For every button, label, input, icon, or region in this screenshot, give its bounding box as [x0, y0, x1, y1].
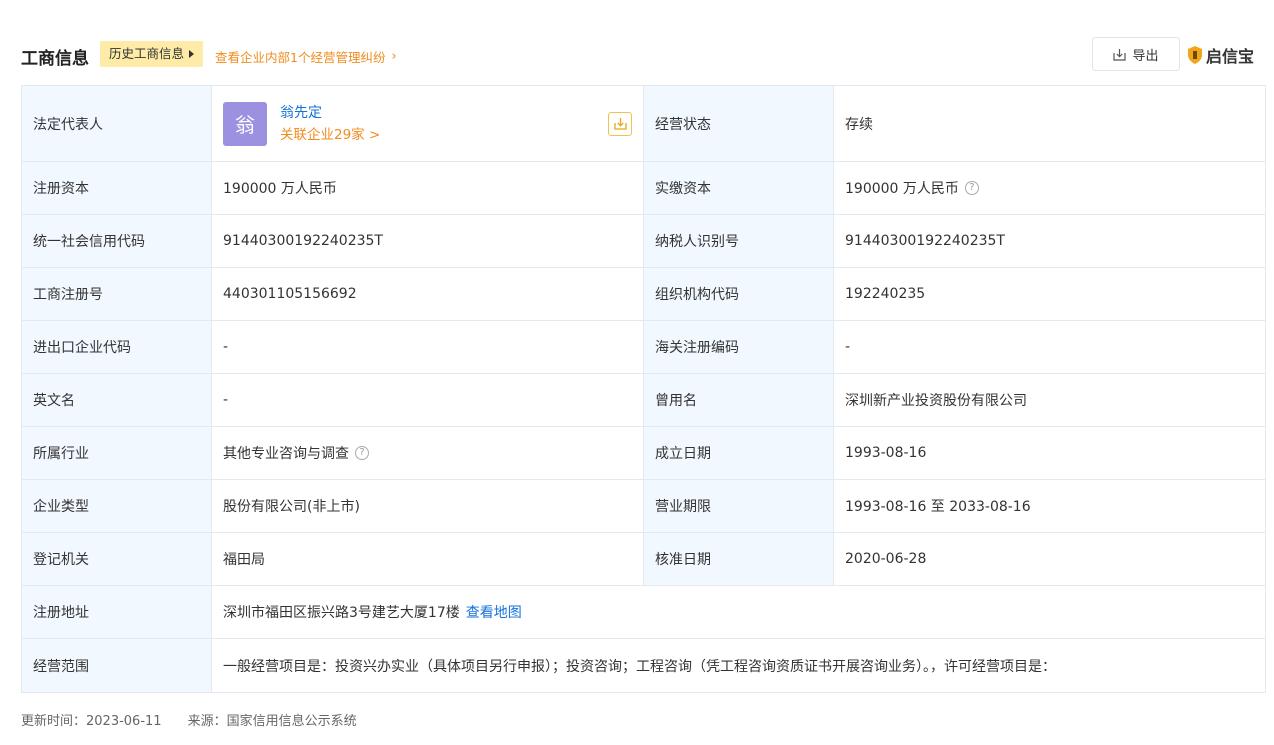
label-industry: 所属行业 — [22, 427, 212, 479]
label-business-scope: 经营范围 — [22, 639, 212, 692]
value-legal-rep: 翁 翁先定 关联企业29家 > — [212, 86, 644, 161]
footer-meta: 更新时间：2023-06-11 来源：国家信用信息公示系统 — [21, 710, 357, 729]
avatar: 翁 — [223, 101, 267, 146]
paid-in-capital-text: 190000 万人民币 — [845, 181, 959, 197]
related-companies-link[interactable]: 关联企业29家 > — [280, 124, 380, 146]
view-map-link[interactable]: 查看地图 — [466, 602, 522, 622]
help-icon[interactable]: ? — [964, 181, 979, 195]
value-business-term: 1993-08-16 至 2033-08-16 — [845, 499, 1031, 515]
value-import-export-code: - — [212, 321, 644, 373]
label-credit-code: 统一社会信用代码 — [22, 215, 212, 267]
value-registered-address: 深圳市福田区振兴路3号建艺大厦17楼 查看地图 — [212, 586, 1265, 638]
brand-logo: 启信宝 — [1187, 43, 1254, 67]
label-customs-code: 海关注册编码 — [644, 321, 834, 373]
table-row: 统一社会信用代码 91440300192240235T 纳税人识别号 91440… — [22, 215, 1265, 268]
brand-name: 启信宝 — [1206, 47, 1255, 66]
value-business-scope: 一般经营项目是：投资兴办实业（具体项目另行申报）；投资咨询；工程咨询（凭工程咨询… — [223, 658, 1056, 675]
download-icon — [1113, 48, 1127, 61]
section-header: 工商信息 历史工商信息 查看企业内部1个经营管理纠纷 › 导出 启信宝 — [21, 37, 1266, 72]
value-business-status: 存续 — [845, 116, 873, 133]
value-approval-date: 2020-06-28 — [845, 551, 927, 567]
value-company-type: 股份有限公司(非上市) — [212, 480, 644, 532]
data-source: 来源：国家信用信息公示系统 — [187, 714, 357, 729]
table-row: 法定代表人 翁 翁先定 关联企业29家 > 经营状态 存续 — [22, 86, 1265, 162]
shield-logo-icon — [1188, 46, 1202, 64]
rep-export-button[interactable] — [608, 111, 632, 136]
label-company-type: 企业类型 — [22, 480, 212, 532]
section-title: 工商信息 — [21, 49, 89, 69]
dispute-link-label: 查看企业内部1个经营管理纠纷 — [215, 50, 386, 65]
label-organization-code: 组织机构代码 — [644, 268, 834, 320]
label-registered-capital: 注册资本 — [22, 162, 212, 214]
label-english-name: 英文名 — [22, 374, 212, 426]
value-former-name: 深圳新产业投资股份有限公司 — [845, 393, 1027, 409]
table-row: 进出口企业代码 - 海关注册编码 - — [22, 321, 1265, 374]
export-button[interactable]: 导出 — [1092, 37, 1180, 71]
table-row: 经营范围 一般经营项目是：投资兴办实业（具体项目另行申报）；投资咨询；工程咨询（… — [22, 639, 1265, 692]
legal-rep-name-link[interactable]: 翁先定 — [280, 102, 380, 124]
table-row: 登记机关 福田局 核准日期 2020-06-28 — [22, 533, 1265, 586]
history-business-info-button[interactable]: 历史工商信息 — [100, 41, 204, 67]
table-row: 注册资本 190000 万人民币 实缴资本 190000 万人民币 ? — [22, 162, 1265, 215]
label-paid-in-capital: 实缴资本 — [644, 162, 834, 214]
value-registration-number: 440301105156692 — [212, 268, 644, 320]
value-registered-capital: 190000 万人民币 — [212, 162, 644, 214]
download-icon — [613, 118, 627, 130]
label-legal-rep: 法定代表人 — [22, 86, 212, 161]
label-registration-number: 工商注册号 — [22, 268, 212, 320]
update-time: 更新时间：2023-06-11 — [21, 714, 162, 729]
export-button-label: 导出 — [1132, 48, 1159, 64]
history-button-label: 历史工商信息 — [109, 46, 185, 61]
chevron-right-icon: › — [391, 49, 397, 64]
label-import-export-code: 进出口企业代码 — [22, 321, 212, 373]
value-registration-authority: 福田局 — [212, 533, 644, 585]
value-established-date: 1993-08-16 — [845, 445, 927, 461]
value-paid-in-capital: 190000 万人民币 ? — [834, 162, 1265, 214]
table-row: 工商注册号 440301105156692 组织机构代码 192240235 — [22, 268, 1265, 321]
label-business-status: 经营状态 — [644, 86, 834, 161]
caret-right-icon — [189, 50, 195, 58]
label-business-term: 营业期限 — [644, 480, 834, 532]
business-info-table: 法定代表人 翁 翁先定 关联企业29家 > 经营状态 存续 注册资本 19000… — [21, 85, 1266, 693]
table-row: 所属行业 其他专业咨询与调查 ? 成立日期 1993-08-16 — [22, 427, 1265, 480]
label-established-date: 成立日期 — [644, 427, 834, 479]
label-registered-address: 注册地址 — [22, 586, 212, 638]
dispute-link[interactable]: 查看企业内部1个经营管理纠纷 › — [215, 47, 397, 66]
label-former-name: 曾用名 — [644, 374, 834, 426]
table-row: 英文名 - 曾用名 深圳新产业投资股份有限公司 — [22, 374, 1265, 427]
table-row: 企业类型 股份有限公司(非上市) 营业期限 1993-08-16 至 2033-… — [22, 480, 1265, 533]
value-taxpayer-id: 91440300192240235T — [845, 233, 1005, 249]
value-industry: 其他专业咨询与调查 ? — [212, 427, 644, 479]
help-icon[interactable]: ? — [355, 446, 369, 460]
industry-text: 其他专业咨询与调查 — [223, 446, 349, 462]
value-organization-code: 192240235 — [845, 286, 926, 302]
label-approval-date: 核准日期 — [644, 533, 834, 585]
address-text: 深圳市福田区振兴路3号建艺大厦17楼 — [223, 605, 460, 621]
label-taxpayer-id: 纳税人识别号 — [644, 215, 834, 267]
value-english-name: - — [212, 374, 644, 426]
table-row: 注册地址 深圳市福田区振兴路3号建艺大厦17楼 查看地图 — [22, 586, 1265, 639]
label-registration-authority: 登记机关 — [22, 533, 212, 585]
value-customs-code: - — [845, 339, 851, 355]
value-credit-code: 91440300192240235T — [212, 215, 644, 267]
